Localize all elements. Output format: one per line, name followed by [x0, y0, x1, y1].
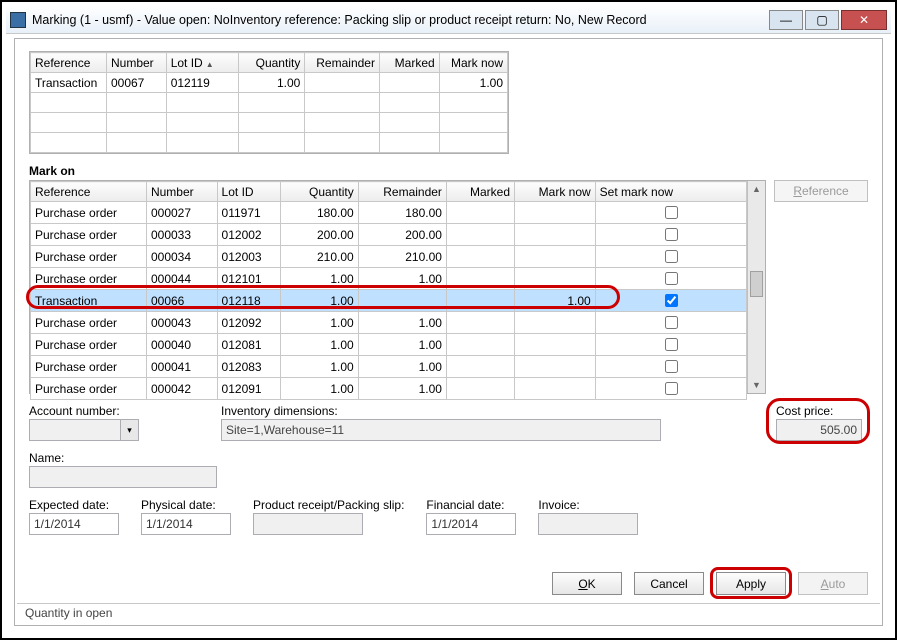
invoice-input[interactable] [538, 513, 638, 535]
markon-row[interactable]: Purchase order000033012002200.00200.00 [31, 224, 747, 246]
markon-row[interactable]: Purchase order0000430120921.001.00 [31, 312, 747, 334]
col-quantity[interactable]: Quantity [239, 53, 305, 73]
name-input[interactable] [29, 466, 217, 488]
physical-date-field: Physical date: [141, 498, 231, 535]
top-grid[interactable]: Reference Number Lot ID▲ Quantity Remain… [29, 51, 509, 154]
name-field: Name: [29, 451, 217, 488]
account-number-field: Account number: ▾ [29, 404, 199, 441]
col-remainder[interactable]: Remainder [305, 53, 380, 73]
set-mark-now-checkbox[interactable] [665, 294, 678, 307]
dropdown-icon[interactable]: ▾ [121, 419, 139, 441]
status-bar: Quantity in open [17, 603, 880, 625]
markon-col-mark-now[interactable]: Mark now [515, 182, 596, 202]
markon-col-set-mark-now[interactable]: Set mark now [595, 182, 746, 202]
reference-button: Reference [774, 180, 868, 202]
markon-col-lot-id[interactable]: Lot ID [217, 182, 280, 202]
scroll-up-icon[interactable]: ▲ [748, 181, 765, 197]
invoice-field: Invoice: [538, 498, 638, 535]
financial-date-input[interactable] [426, 513, 516, 535]
set-mark-now-checkbox[interactable] [665, 272, 678, 285]
markon-row[interactable]: Transaction000660121181.001.00 [31, 290, 747, 312]
cancel-button[interactable]: Cancel [634, 572, 704, 595]
col-number[interactable]: Number [106, 53, 166, 73]
markon-col-marked[interactable]: Marked [446, 182, 514, 202]
inventory-dimensions-input[interactable] [221, 419, 661, 441]
cost-price-field: Cost price: [776, 404, 868, 441]
close-button[interactable]: ✕ [841, 10, 887, 30]
expected-date-field: Expected date: [29, 498, 119, 535]
markon-col-number[interactable]: Number [146, 182, 217, 202]
set-mark-now-checkbox[interactable] [665, 360, 678, 373]
window-title: Marking (1 - usmf) - Value open: NoInven… [32, 13, 767, 27]
title-bar: Marking (1 - usmf) - Value open: NoInven… [6, 6, 891, 34]
mark-on-label: Mark on [29, 164, 868, 178]
auto-button: Auto [798, 572, 868, 595]
col-marked[interactable]: Marked [379, 53, 439, 73]
cost-price-input[interactable] [776, 419, 862, 441]
minimize-button[interactable]: — [769, 10, 803, 30]
set-mark-now-checkbox[interactable] [665, 338, 678, 351]
set-mark-now-checkbox[interactable] [665, 382, 678, 395]
set-mark-now-checkbox[interactable] [665, 250, 678, 263]
inventory-dimensions-field: Inventory dimensions: [221, 404, 754, 441]
scrollbar[interactable]: ▲ ▼ [747, 181, 765, 393]
set-mark-now-checkbox[interactable] [665, 228, 678, 241]
markon-row[interactable]: Purchase order0000410120831.001.00 [31, 356, 747, 378]
expected-date-input[interactable] [29, 513, 119, 535]
markon-col-reference[interactable]: Reference [31, 182, 147, 202]
col-marknow[interactable]: Mark now [439, 53, 507, 73]
scroll-down-icon[interactable]: ▼ [748, 377, 765, 393]
scroll-thumb[interactable] [750, 271, 763, 297]
maximize-button[interactable]: ▢ [805, 10, 839, 30]
markon-col-remainder[interactable]: Remainder [358, 182, 446, 202]
markon-col-quantity[interactable]: Quantity [280, 182, 358, 202]
col-lotid[interactable]: Lot ID▲ [166, 53, 239, 73]
markon-row[interactable]: Purchase order0000400120811.001.00 [31, 334, 747, 356]
markon-row[interactable]: Purchase order0000440121011.001.00 [31, 268, 747, 290]
set-mark-now-checkbox[interactable] [665, 206, 678, 219]
app-icon [10, 12, 26, 28]
product-receipt-input[interactable] [253, 513, 363, 535]
account-number-input[interactable] [29, 419, 121, 441]
set-mark-now-checkbox[interactable] [665, 316, 678, 329]
sort-asc-icon: ▲ [206, 60, 214, 69]
top-grid-row[interactable]: Transaction 00067 012119 1.00 1.00 [31, 73, 508, 93]
markon-row[interactable]: Purchase order000034012003210.00210.00 [31, 246, 747, 268]
col-reference[interactable]: Reference [31, 53, 107, 73]
apply-button[interactable]: Apply [716, 572, 786, 595]
product-receipt-field: Product receipt/Packing slip: [253, 498, 404, 535]
markon-row[interactable]: Purchase order0000420120911.001.00 [31, 378, 747, 400]
physical-date-input[interactable] [141, 513, 231, 535]
markon-row[interactable]: Purchase order000027011971180.00180.00 [31, 202, 747, 224]
financial-date-field: Financial date: [426, 498, 516, 535]
markon-grid[interactable]: ReferenceNumberLot IDQuantityRemainderMa… [29, 180, 766, 394]
ok-button[interactable]: OK [552, 572, 622, 595]
